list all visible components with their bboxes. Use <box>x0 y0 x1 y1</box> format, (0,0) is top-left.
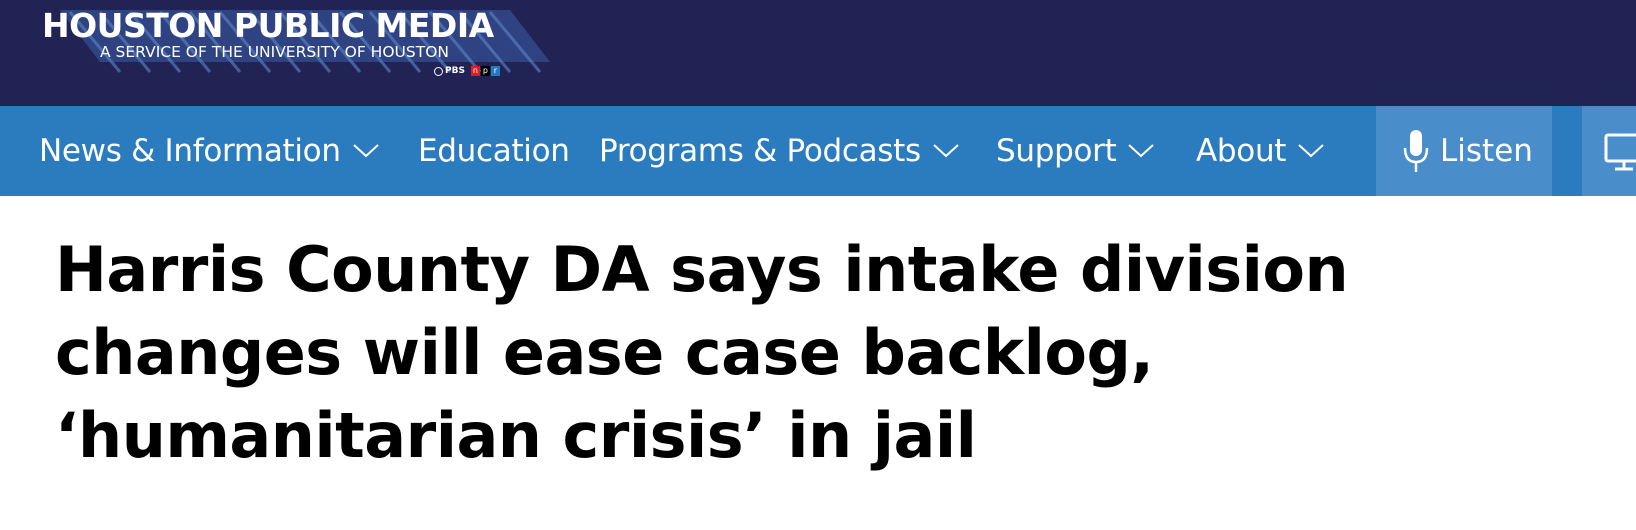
nav-item-support[interactable]: Support <box>996 106 1155 196</box>
nav-item-label: Support <box>996 133 1117 169</box>
nav-item-label: News & Information <box>39 133 341 169</box>
chevron-down-icon <box>933 144 959 158</box>
main-navigation: News & Information Education Programs & … <box>0 106 1636 196</box>
nav-item-education[interactable]: Education <box>418 106 570 196</box>
watch-button[interactable] <box>1582 106 1636 196</box>
article-headline: Harris County DA says intake division ch… <box>55 233 1349 472</box>
npr-letter-r: r <box>490 66 500 76</box>
masthead: HOUSTON PUBLIC MEDIA A SERVICE OF THE UN… <box>0 0 1636 106</box>
npr-letter-p: p <box>480 66 490 76</box>
npr-letter-n: n <box>470 66 480 76</box>
tv-icon <box>1604 133 1636 171</box>
pbs-label: PBS <box>445 66 465 76</box>
listen-label: Listen <box>1440 133 1533 169</box>
listen-button[interactable]: Listen <box>1376 106 1552 196</box>
nav-item-programs-podcasts[interactable]: Programs & Podcasts <box>599 106 959 196</box>
site-logo[interactable]: HOUSTON PUBLIC MEDIA A SERVICE OF THE UN… <box>40 2 560 90</box>
nav-item-news-information[interactable]: News & Information <box>39 106 379 196</box>
nav-item-label: Programs & Podcasts <box>599 133 921 169</box>
pbs-logo: PBS <box>434 66 465 76</box>
nav-item-about[interactable]: About <box>1196 106 1324 196</box>
chevron-down-icon <box>353 144 379 158</box>
logo-title: HOUSTON PUBLIC MEDIA <box>42 6 494 45</box>
nav-item-label: About <box>1196 133 1287 169</box>
nav-item-label: Education <box>418 133 570 169</box>
pbs-icon <box>434 66 443 76</box>
npr-logo: n p r <box>470 66 500 76</box>
chevron-down-icon <box>1298 144 1324 158</box>
partner-logos: PBS n p r <box>434 66 500 76</box>
chevron-down-icon <box>1128 144 1155 158</box>
microphone-icon <box>1403 130 1429 172</box>
logo-subtitle: A SERVICE OF THE UNIVERSITY OF HOUSTON <box>100 43 449 61</box>
